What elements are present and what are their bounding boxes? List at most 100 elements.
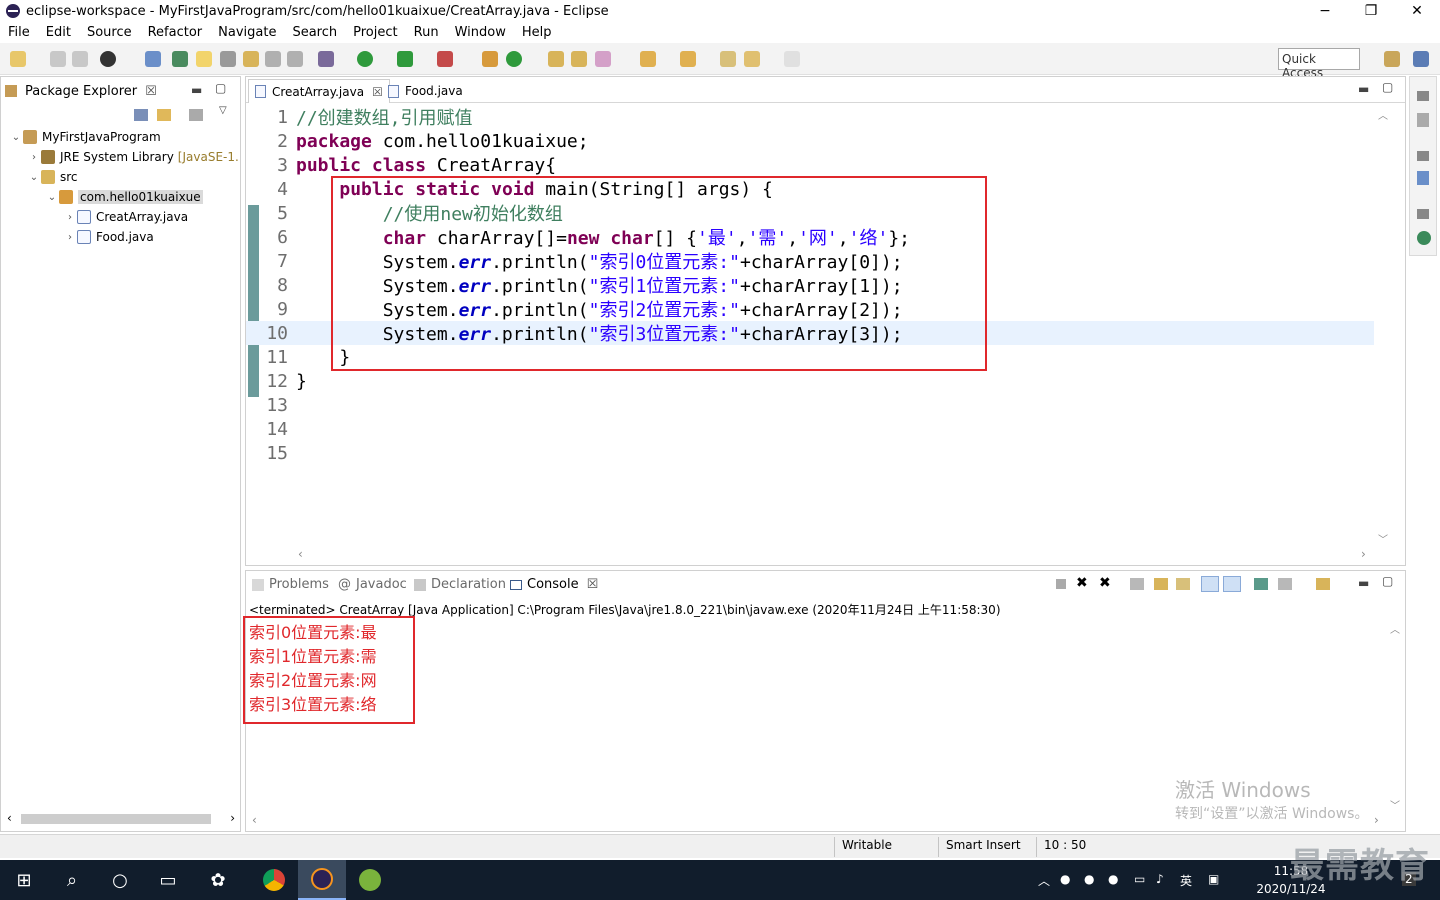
horizontal-scrollbar[interactable]: ‹ ›: [5, 811, 237, 827]
windows-start-icon[interactable]: ⊞: [0, 860, 48, 900]
open-type-icon[interactable]: [172, 51, 188, 67]
menu-edit[interactable]: Edit: [38, 25, 79, 40]
scroll-right-icon[interactable]: ›: [1361, 547, 1366, 561]
search-icon[interactable]: [243, 51, 259, 67]
menu-file[interactable]: File: [0, 25, 38, 40]
chrome-icon[interactable]: [250, 860, 298, 900]
open-perspective-icon[interactable]: [1384, 51, 1400, 67]
tab-package-explorer[interactable]: Package Explorer ☒: [5, 81, 157, 101]
chevron-down-icon[interactable]: ⌄: [27, 172, 41, 183]
whitespace-icon[interactable]: [287, 51, 303, 67]
tree-item-creatarray[interactable]: › CreatArray.java: [1, 207, 240, 227]
word-wrap-icon[interactable]: [1176, 578, 1190, 590]
hierarchy-icon[interactable]: [1417, 171, 1429, 185]
restore-icon[interactable]: [1417, 209, 1429, 219]
task-icon[interactable]: [1417, 231, 1431, 245]
back-icon[interactable]: [744, 51, 760, 67]
tree-item-project[interactable]: ⌄ MyFirstJavaProgram: [1, 127, 240, 147]
chevron-down-icon[interactable]: ▽: [219, 105, 227, 116]
minimize-view-icon[interactable]: ▬: [1358, 82, 1369, 96]
profile-icon[interactable]: [100, 51, 116, 67]
link-editor-icon[interactable]: [157, 109, 171, 121]
annotation-icon[interactable]: [220, 51, 236, 67]
scroll-up-icon[interactable]: ︿: [1378, 107, 1388, 122]
remove-launch-icon[interactable]: ✖: [1076, 575, 1088, 591]
show-on-stderr-icon[interactable]: [1223, 576, 1241, 592]
wechat-icon[interactable]: ●: [1060, 872, 1070, 886]
close-button[interactable]: ✕: [1394, 0, 1440, 22]
maximize-button[interactable]: ❐: [1348, 0, 1394, 22]
eclipse-taskbar-icon[interactable]: [298, 860, 346, 900]
chevron-down-icon[interactable]: ⌄: [9, 132, 23, 143]
display-console-icon[interactable]: [1278, 578, 1292, 590]
open-task-icon[interactable]: [548, 51, 564, 67]
ime-indicator[interactable]: 英: [1180, 872, 1192, 889]
scroll-down-icon[interactable]: ﹀: [1378, 531, 1388, 546]
qq-icon[interactable]: ●: [1108, 872, 1118, 886]
scrollbar-thumb[interactable]: [21, 814, 211, 824]
next-annotation-icon[interactable]: [640, 51, 656, 67]
coverage-icon[interactable]: [397, 51, 413, 67]
show-on-stdout-icon[interactable]: [1201, 576, 1219, 592]
scroll-lock-icon[interactable]: [1154, 578, 1168, 590]
qq-icon[interactable]: ●: [1084, 872, 1094, 886]
menu-refactor[interactable]: Refactor: [140, 25, 211, 40]
restore-icon[interactable]: [1417, 151, 1429, 161]
volume-icon[interactable]: ♪: [1156, 872, 1164, 886]
scroll-up-icon[interactable]: ︿: [1390, 621, 1400, 636]
menu-help[interactable]: Help: [514, 25, 560, 40]
code-line[interactable]: 1 //创建数组,引用赋值: [246, 105, 1374, 130]
network-icon[interactable]: ▭: [1134, 872, 1145, 886]
restore-icon[interactable]: [1417, 91, 1429, 101]
external-tools-icon[interactable]: [437, 51, 453, 67]
menu-search[interactable]: Search: [284, 25, 345, 40]
tab-food[interactable]: Food.java: [382, 79, 469, 103]
view-menu-icon[interactable]: [189, 109, 203, 121]
terminate-icon[interactable]: [1056, 579, 1066, 589]
clear-console-icon[interactable]: [1130, 578, 1144, 590]
tab-javadoc[interactable]: @ Javadoc: [338, 577, 407, 592]
code-line[interactable]: 12}: [246, 369, 1374, 393]
code-line[interactable]: 15: [246, 441, 1374, 465]
remove-all-icon[interactable]: ✖: [1099, 575, 1111, 591]
save-icon[interactable]: [50, 51, 66, 67]
pinwheel-app-icon[interactable]: ✿: [194, 860, 242, 900]
chevron-right-icon[interactable]: ›: [63, 232, 77, 243]
tab-console[interactable]: Console ☒: [510, 577, 598, 592]
close-tab-icon[interactable]: ☒: [587, 577, 599, 592]
outline-icon[interactable]: [1417, 113, 1429, 127]
scroll-down-icon[interactable]: ﹀: [1390, 797, 1400, 812]
code-line[interactable]: 2 package com.hello01kuaixue;: [246, 129, 1374, 153]
code-line[interactable]: 3 public class CreatArray{: [246, 153, 1374, 177]
close-tab-icon[interactable]: ☒: [145, 84, 157, 99]
tab-problems[interactable]: Problems: [252, 577, 329, 592]
minimize-view-icon[interactable]: ▬: [1358, 576, 1369, 590]
tree-item-food[interactable]: › Food.java: [1, 227, 240, 247]
scroll-right-icon[interactable]: ›: [230, 811, 235, 825]
menu-source[interactable]: Source: [79, 25, 140, 40]
block-selection-icon[interactable]: [265, 51, 281, 67]
pin-console-icon[interactable]: [1254, 578, 1268, 590]
menu-navigate[interactable]: Navigate: [210, 25, 284, 40]
scroll-left-icon[interactable]: ‹: [298, 547, 303, 561]
prev-annotation-icon[interactable]: [680, 51, 696, 67]
menu-run[interactable]: Run: [406, 25, 447, 40]
tab-declaration[interactable]: Declaration: [414, 577, 506, 592]
app-tray-icon[interactable]: ▣: [1208, 872, 1219, 886]
last-edit-icon[interactable]: [720, 51, 736, 67]
java-perspective-icon[interactable]: [1413, 51, 1429, 67]
open-console-icon[interactable]: [1316, 578, 1330, 590]
tree-item-jre[interactable]: › JRE System Library [JavaSE-1.: [1, 147, 240, 167]
code-line[interactable]: 14: [246, 417, 1374, 441]
chevron-right-icon[interactable]: ›: [27, 152, 41, 163]
new-icon[interactable]: [10, 51, 26, 67]
chevron-right-icon[interactable]: ›: [63, 212, 77, 223]
search-icon[interactable]: ⌕: [48, 860, 96, 900]
skip-breakpoints-icon[interactable]: [145, 51, 161, 67]
tree-item-src[interactable]: ⌄ src: [1, 167, 240, 187]
scroll-right-icon[interactable]: ›: [1374, 813, 1379, 827]
new-class-icon[interactable]: [506, 51, 522, 67]
melon-app-icon[interactable]: [346, 860, 394, 900]
quick-access-input[interactable]: Quick Access: [1278, 48, 1360, 80]
menu-project[interactable]: Project: [345, 25, 405, 40]
